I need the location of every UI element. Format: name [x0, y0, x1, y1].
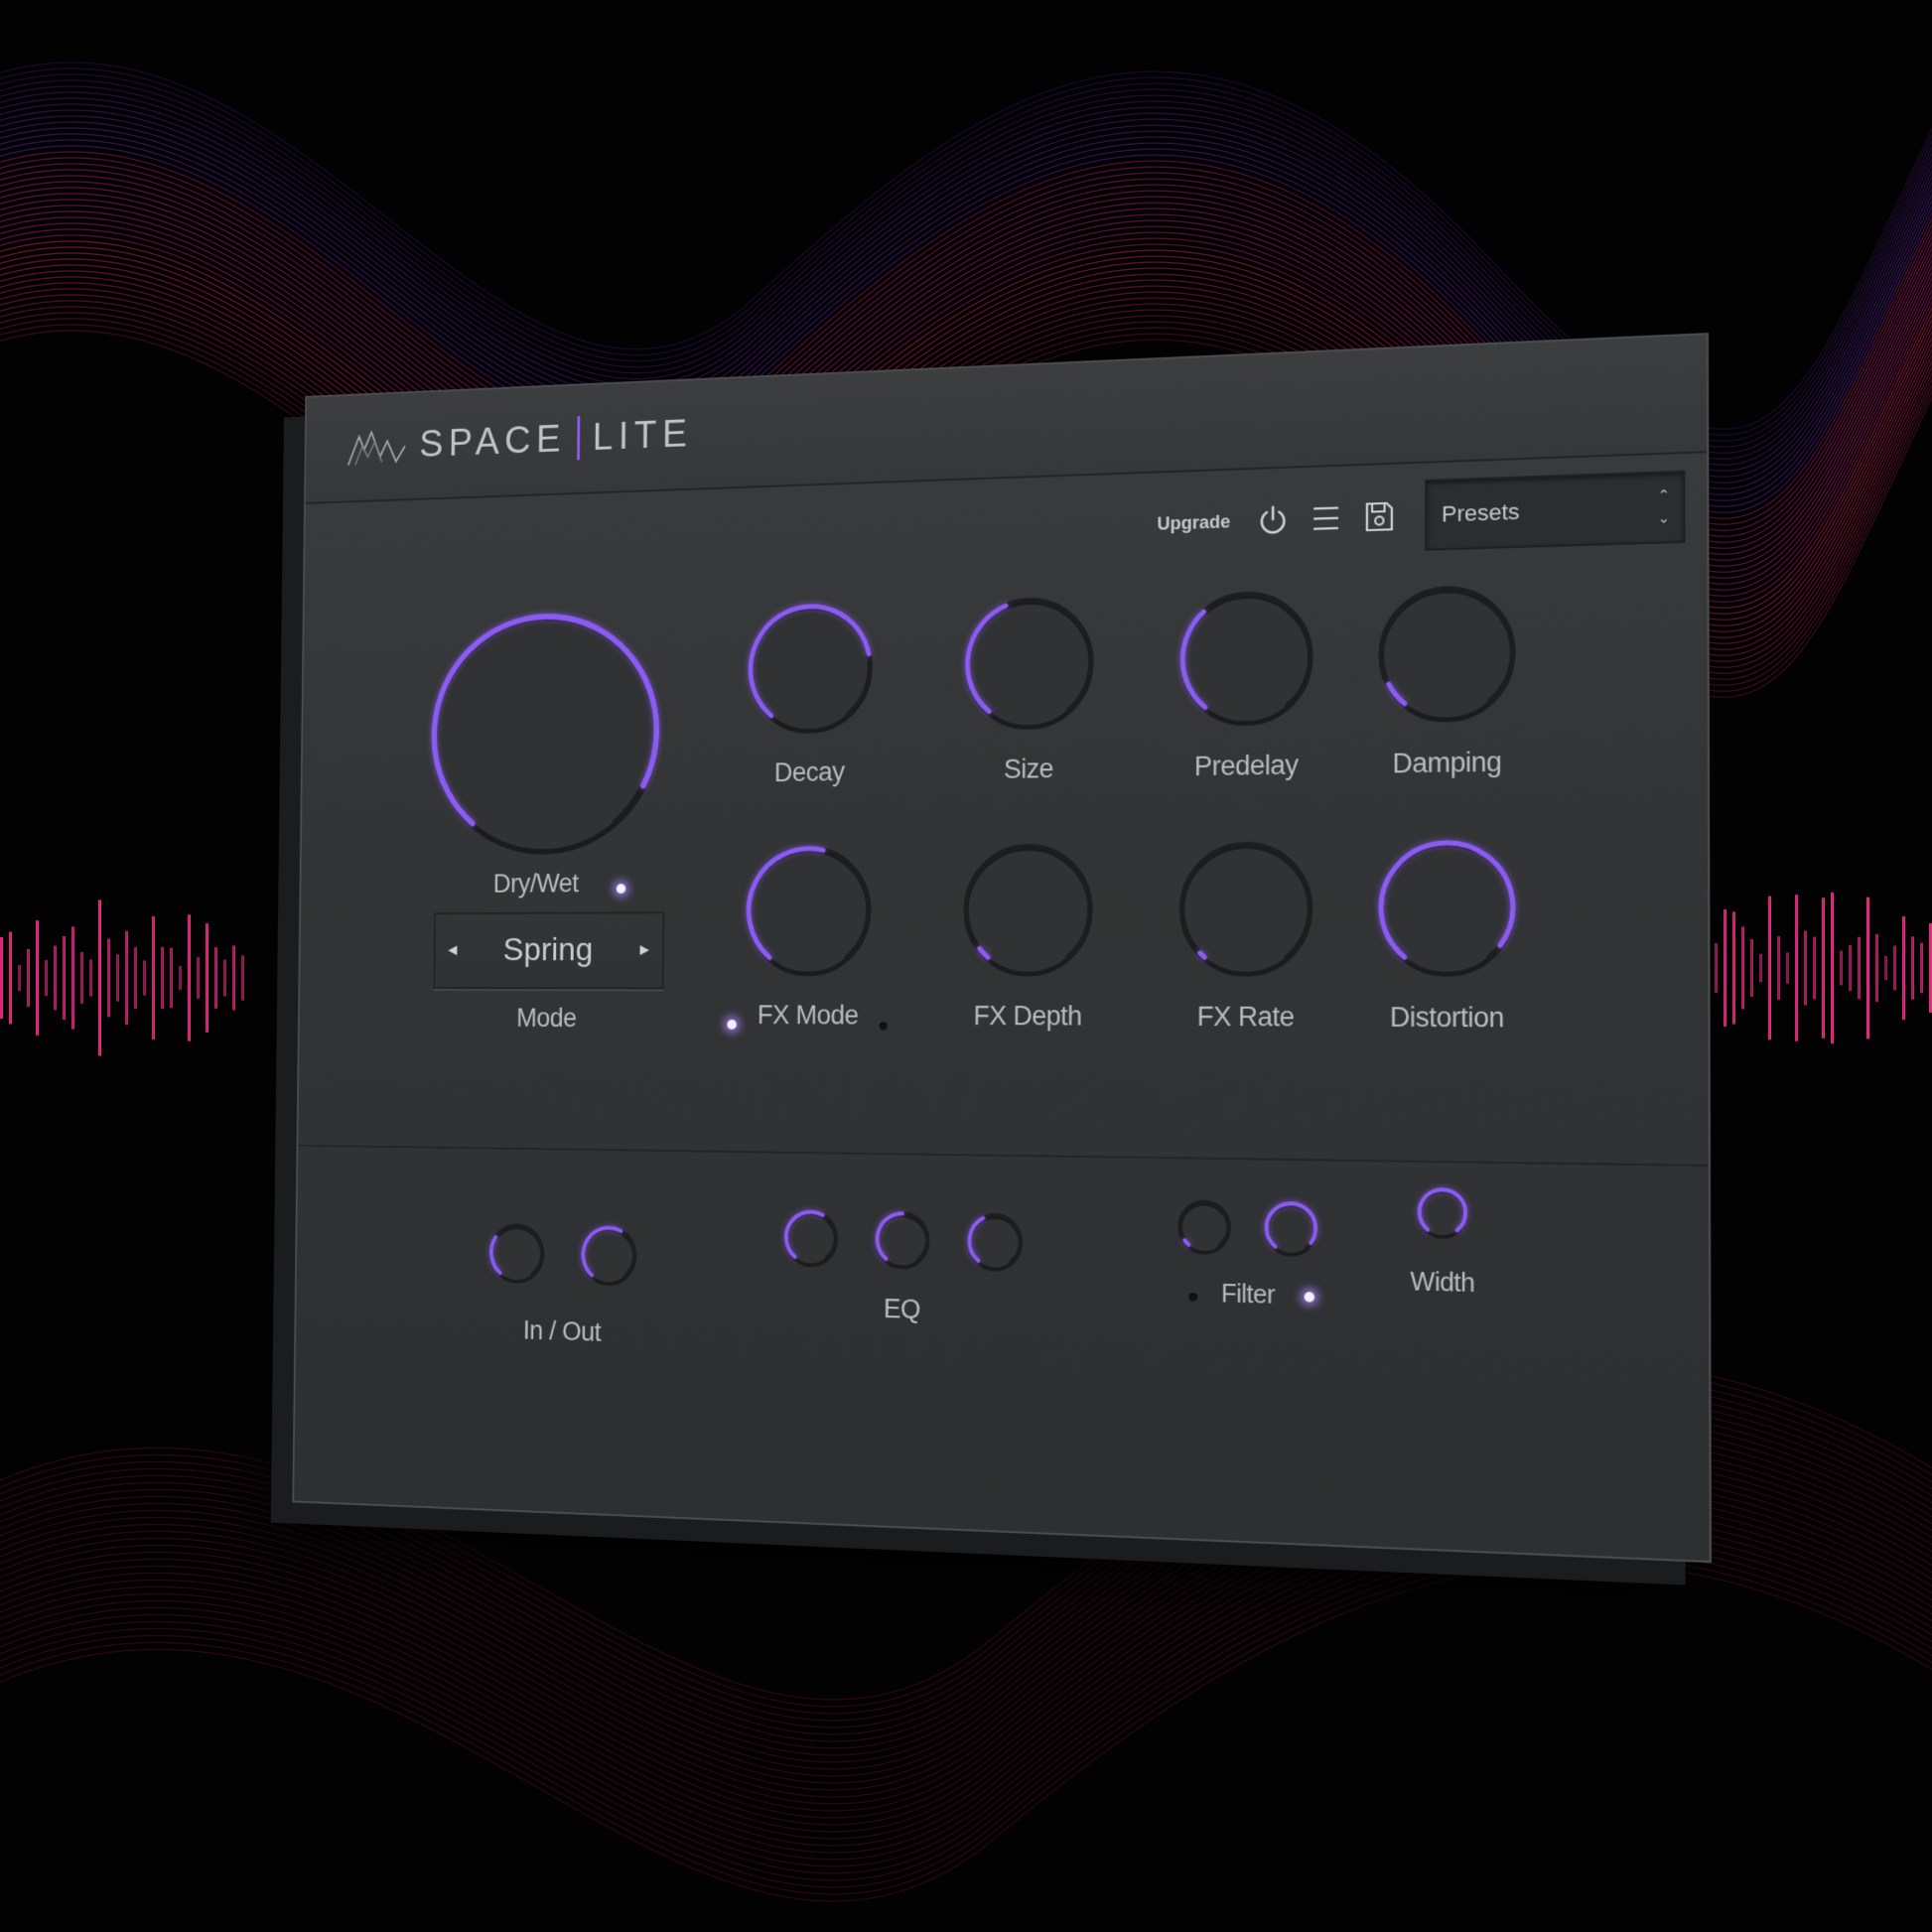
- brand-edition: LITE: [592, 412, 692, 460]
- menu-icon[interactable]: [1308, 497, 1344, 539]
- drywet-knob[interactable]: [428, 608, 663, 857]
- inout-label: In / Out: [471, 1314, 655, 1350]
- power-icon[interactable]: [1255, 499, 1292, 541]
- damping-knob[interactable]: [1376, 582, 1518, 724]
- toolbar: Upgrade Presets ⌃ ⌄: [1157, 471, 1685, 559]
- filter-label: Filter: [1176, 1279, 1319, 1311]
- predelay-knob[interactable]: [1177, 588, 1315, 728]
- fxdepth-label: FX Depth: [920, 1001, 1137, 1033]
- filter-knob-2[interactable]: [1262, 1199, 1319, 1258]
- fxmode-knob[interactable]: [744, 843, 874, 977]
- brand-separator: [577, 416, 580, 460]
- inout-knob-2[interactable]: [579, 1223, 638, 1287]
- eq-knob-1[interactable]: [782, 1207, 840, 1268]
- eq-knob-2[interactable]: [873, 1209, 931, 1270]
- predelay-label: Predelay: [1136, 749, 1359, 783]
- size-label: Size: [921, 753, 1138, 786]
- distortion-knob[interactable]: [1376, 837, 1518, 977]
- width-label: Width: [1369, 1267, 1516, 1301]
- fxrate-knob[interactable]: [1176, 839, 1314, 977]
- upgrade-button[interactable]: Upgrade: [1157, 511, 1230, 535]
- size-knob[interactable]: [962, 594, 1096, 732]
- save-icon[interactable]: [1361, 495, 1398, 537]
- fxmode-led-right[interactable]: [880, 1023, 888, 1031]
- main-controls: Dry/Wet Decay Size Predelay Damping FX Mode FX…: [298, 547, 1708, 1167]
- mode-next-arrow-icon[interactable]: ▸: [639, 937, 649, 961]
- brand-title: SPACE LITE: [419, 411, 693, 466]
- drywet-label: Dry/Wet: [445, 869, 627, 899]
- presets-label: Presets: [1442, 498, 1520, 527]
- filter-led-right[interactable]: [1305, 1292, 1314, 1303]
- mode-value: Spring: [435, 931, 662, 969]
- mode-selector[interactable]: ◂ Spring ▸: [433, 911, 664, 989]
- filter-led-left[interactable]: [1189, 1293, 1197, 1301]
- fxrate-label: FX Rate: [1135, 1001, 1358, 1034]
- eq-label: EQ: [830, 1293, 976, 1327]
- decay-knob[interactable]: [746, 600, 876, 736]
- bottom-controls: In / Out EQ Filter Width: [294, 1147, 1710, 1561]
- distortion-label: Distortion: [1332, 1002, 1563, 1035]
- updown-chevron-icon: ⌃ ⌄: [1658, 483, 1671, 529]
- presets-dropdown[interactable]: Presets ⌃ ⌄: [1425, 471, 1685, 551]
- inout-knob-1[interactable]: [487, 1221, 546, 1285]
- drywet-led[interactable]: [617, 884, 625, 894]
- plugin-window: SPACE LITE Upgrade Presets ⌃ ⌄ Dry/Wet Dec…: [292, 333, 1712, 1563]
- damping-label: Damping: [1332, 746, 1562, 780]
- mode-label: Mode: [433, 1003, 662, 1034]
- width-knob[interactable]: [1415, 1185, 1469, 1240]
- eq-knob-3[interactable]: [965, 1211, 1025, 1273]
- brand-name: SPACE: [419, 417, 566, 466]
- decay-label: Decay: [706, 756, 915, 789]
- mountain-logo-icon: [346, 427, 409, 467]
- filter-knob-1[interactable]: [1176, 1197, 1233, 1255]
- fxdepth-knob[interactable]: [961, 841, 1095, 977]
- fxmode-led-left[interactable]: [727, 1020, 737, 1030]
